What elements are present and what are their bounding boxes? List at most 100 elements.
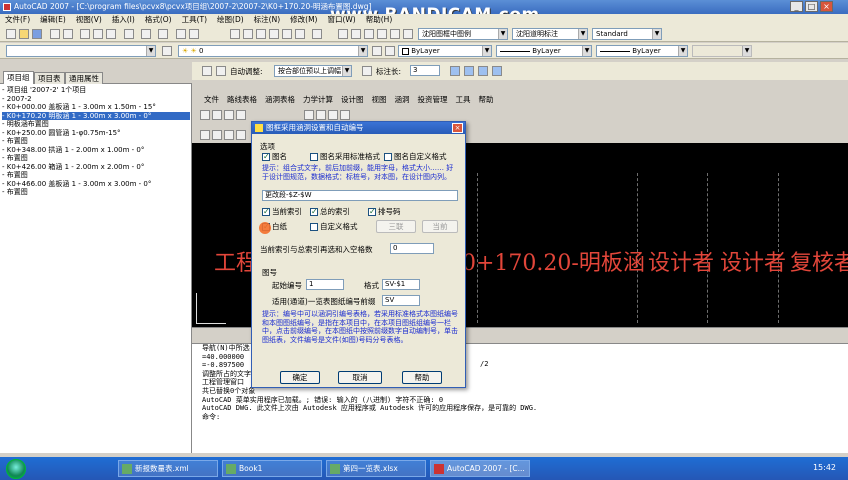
block-icon[interactable] — [304, 110, 314, 120]
menu-insert[interactable]: 插入(I) — [107, 14, 140, 26]
adjust-tool-icon[interactable] — [202, 66, 212, 76]
previous-layer-icon[interactable] — [385, 46, 395, 56]
app-menu-design-drawing[interactable]: 设计图 — [337, 94, 368, 106]
match-icon[interactable] — [124, 29, 134, 39]
arc-icon[interactable] — [224, 110, 234, 120]
maximize-button[interactable]: □ — [805, 1, 818, 12]
hatch-icon[interactable] — [316, 110, 326, 120]
text-icon[interactable] — [377, 29, 387, 39]
tab-project-table[interactable]: 项目表 — [34, 72, 65, 84]
workspace-combo[interactable]: ▼ — [6, 45, 156, 57]
help-icon[interactable] — [312, 29, 322, 39]
tree-item[interactable]: - 明板涵布置图 — [2, 120, 190, 129]
tree-item[interactable]: - 布置图 — [2, 137, 190, 146]
menu-dimension[interactable]: 标注(N) — [249, 14, 285, 26]
tree-item[interactable]: - K0+466.00 盖板涵 1 - 3.00m x 3.00m - 0° — [2, 180, 190, 189]
text-style-combo[interactable]: 沈阳图框中图例 ▼ — [418, 28, 508, 40]
dialog-close-button[interactable]: × — [452, 123, 463, 133]
tool-palette-icon[interactable] — [256, 29, 266, 39]
globe-icon[interactable] — [351, 29, 361, 39]
app-menu-tools[interactable]: 工具 — [452, 94, 475, 106]
close-button[interactable]: × — [820, 1, 833, 12]
open-icon[interactable] — [19, 29, 29, 39]
paste-icon[interactable] — [106, 29, 116, 39]
menu-format[interactable]: 格式(O) — [140, 14, 177, 26]
delete-button[interactable]: 三联 — [376, 220, 416, 233]
erase-icon[interactable] — [200, 130, 210, 140]
new-icon[interactable] — [6, 29, 16, 39]
color-combo[interactable]: ByLayer ▼ — [398, 45, 492, 57]
taskbar-item-xlsx[interactable]: 第四一览表.xlsx — [326, 460, 426, 477]
tree-item[interactable]: - K0+000.00 盖板涵 1 - 3.00m x 1.50m - 15° — [2, 103, 190, 112]
tool-c-icon[interactable] — [478, 66, 488, 76]
menu-draw[interactable]: 绘图(D) — [212, 14, 249, 26]
tool-b-icon[interactable] — [464, 66, 474, 76]
undo-icon[interactable] — [141, 29, 151, 39]
rotate-icon[interactable] — [224, 130, 234, 140]
custom-fmt-checkbox[interactable] — [310, 223, 318, 231]
app-menu-help[interactable]: 帮助 — [475, 94, 498, 106]
print-icon[interactable] — [50, 29, 60, 39]
adjust-combo[interactable]: 按合部位预以上调幅 ▼ — [274, 65, 352, 77]
redo-icon[interactable] — [158, 29, 168, 39]
tree-item[interactable]: - K0+426.00 箱涵 1 - 2.00m x 2.00m - 0° — [2, 163, 190, 172]
app-menu-culvert-tables[interactable]: 涵洞表格 — [261, 94, 299, 106]
ok-button[interactable]: 确定 — [280, 371, 320, 384]
menu-help[interactable]: 帮助(H) — [361, 14, 398, 26]
design-center-icon[interactable] — [243, 29, 253, 39]
layer-manager-icon[interactable] — [162, 46, 172, 56]
taskbar-item-xml[interactable]: 新报数量表.xml — [118, 460, 218, 477]
current-button[interactable]: 当前 — [422, 220, 458, 233]
pan-icon[interactable] — [176, 29, 186, 39]
tab-project-group[interactable]: 项目组 — [3, 71, 34, 84]
layer-combo[interactable]: ☀ ☀ 0 ▼ — [178, 45, 368, 57]
index-spaces-input[interactable]: 0 — [390, 243, 434, 254]
layer-icon[interactable] — [403, 29, 413, 39]
tree-item[interactable]: - 布置图 — [2, 154, 190, 163]
frame-checkbox[interactable] — [262, 152, 270, 161]
dim-icon[interactable] — [390, 29, 400, 39]
app-menu-investment[interactable]: 投资管理 — [414, 94, 452, 106]
plotstyle-combo[interactable]: ▼ — [692, 45, 752, 57]
cut-icon[interactable] — [80, 29, 90, 39]
app-menu-view[interactable]: 视图 — [368, 94, 391, 106]
menu-edit[interactable]: 编辑(E) — [35, 14, 71, 26]
polyline-icon[interactable] — [212, 110, 222, 120]
menu-modify[interactable]: 修改(M) — [285, 14, 322, 26]
linetype-combo[interactable]: ByLayer ▼ — [496, 45, 592, 57]
format-value-input[interactable]: SV-$1 — [382, 279, 420, 290]
circle-icon[interactable] — [236, 110, 246, 120]
app-menu-culvert[interactable]: 涵洞 — [391, 94, 414, 106]
sheet-set-icon[interactable] — [269, 29, 279, 39]
taskbar-item-autocad[interactable]: AutoCAD 2007 - [C... — [430, 460, 530, 477]
tree-item[interactable]: - 2007-2 — [2, 95, 190, 104]
tab-common-attributes[interactable]: 通用属性 — [65, 72, 103, 84]
cancel-button[interactable]: 取消 — [338, 371, 382, 384]
custom-format-checkbox[interactable] — [384, 153, 392, 161]
tree-item[interactable]: - K0+348.00 拱涵 1 - 2.00m x 1.00m - 0° — [2, 146, 190, 155]
format-input[interactable]: 更改段-$Z-$W — [262, 190, 458, 201]
cube-icon[interactable] — [338, 29, 348, 39]
table-style-combo[interactable]: Standard ▼ — [592, 28, 662, 40]
menu-window[interactable]: 窗口(W) — [322, 14, 360, 26]
total-index-checkbox[interactable] — [310, 207, 318, 216]
copy-icon[interactable] — [93, 29, 103, 39]
preview-icon[interactable] — [63, 29, 73, 39]
app-menu-file[interactable]: 文件 — [200, 94, 223, 106]
tree-item-selected[interactable]: - K0+170.20 明板涵 1 - 3.00m x 3.00m - 0° — [2, 111, 190, 120]
adjust-options-icon[interactable] — [216, 66, 226, 76]
tree-item[interactable]: - 布置图 — [2, 188, 190, 197]
start-number-input[interactable]: 1 — [306, 279, 344, 290]
save-icon[interactable] — [32, 29, 42, 39]
line-icon[interactable] — [200, 110, 210, 120]
app-menu-mechanics[interactable]: 力学计算 — [299, 94, 337, 106]
markup-icon[interactable] — [282, 29, 292, 39]
scale-tool-icon[interactable] — [236, 130, 246, 140]
tool-a-icon[interactable] — [450, 66, 460, 76]
standard-format-checkbox[interactable] — [310, 153, 318, 161]
taskbar-item-book1[interactable]: Book1 — [222, 460, 322, 477]
calculator-icon[interactable] — [295, 29, 305, 39]
dimension-style-combo[interactable]: 沈阳道明标注 ▼ — [512, 28, 588, 40]
zoom-icon[interactable] — [189, 29, 199, 39]
menu-file[interactable]: 文件(F) — [0, 14, 35, 26]
